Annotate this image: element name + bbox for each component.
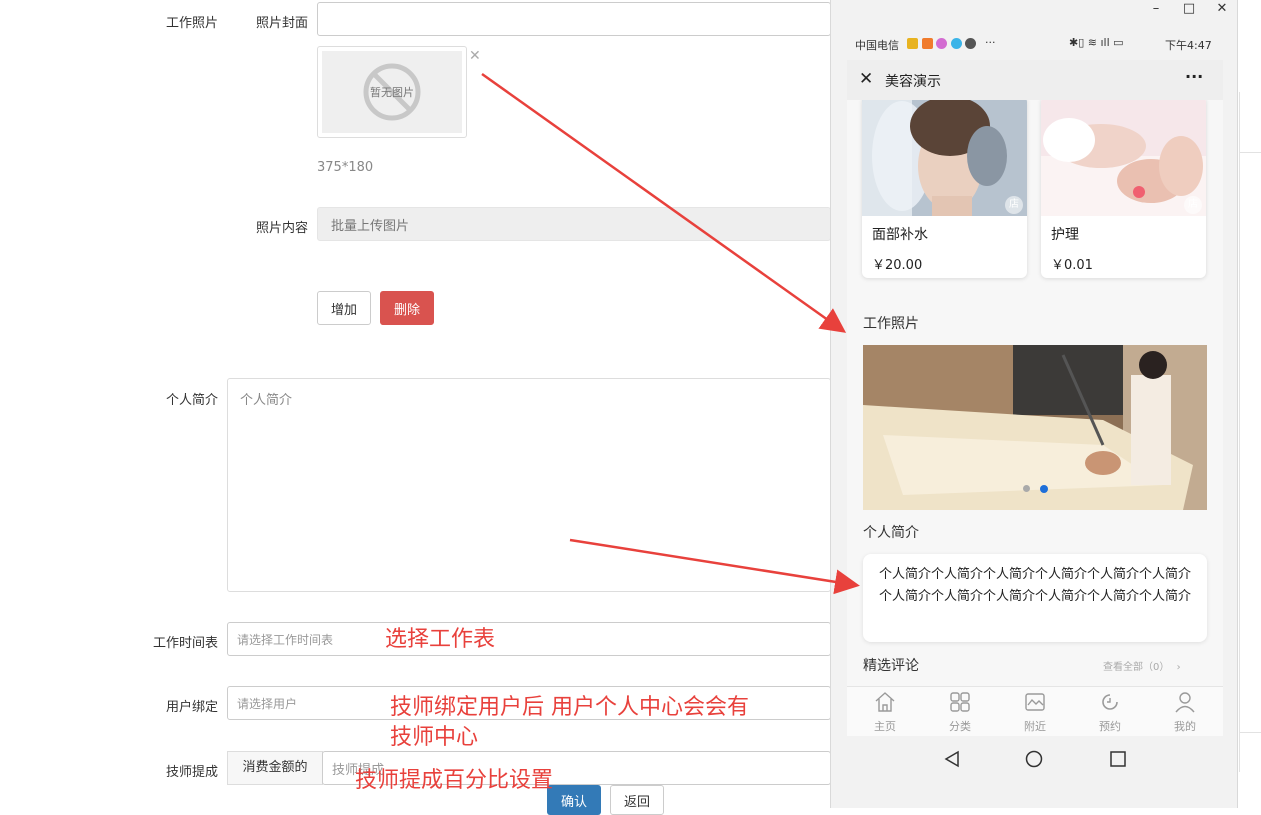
- app-notification-icons: [907, 38, 976, 52]
- back-button[interactable]: 返回: [610, 785, 664, 815]
- home-circle-icon[interactable]: [1025, 750, 1043, 768]
- category-icon: [950, 692, 970, 712]
- clock-text: 下午4:47: [1165, 39, 1212, 52]
- bio-placeholder: 个人简介: [240, 393, 293, 408]
- nearby-icon: [1025, 693, 1045, 711]
- tab-label: 主页: [874, 720, 896, 733]
- batch-upload-button[interactable]: 批量上传图片: [317, 207, 831, 241]
- confirm-button[interactable]: 确认: [547, 785, 601, 815]
- schedule-label: 工作时间表: [152, 636, 218, 651]
- store-tag: 店: [1005, 196, 1023, 214]
- system-nav-bar: [847, 736, 1223, 782]
- work-photo-section-title: 工作照片: [863, 316, 919, 332]
- nav-title: 美容演示: [885, 74, 941, 90]
- back-triangle-icon[interactable]: [943, 750, 961, 768]
- commission-label: 技师提成: [165, 765, 218, 780]
- delete-button[interactable]: 删除: [380, 291, 434, 325]
- schedule-select[interactable]: 请选择工作时间表: [227, 622, 831, 656]
- commission-addon: 消费金额的: [227, 751, 323, 785]
- close-window-button[interactable]: ✕: [1207, 0, 1237, 20]
- tab-home[interactable]: 主页: [855, 689, 915, 735]
- work-photo-label: 工作照片: [165, 16, 218, 31]
- tab-nearby[interactable]: 附近: [1005, 689, 1065, 735]
- tab-label: 分类: [949, 720, 971, 733]
- miniapp-nav-bar: ✕ 美容演示 ···: [847, 60, 1223, 100]
- bio-textarea[interactable]: 个人简介: [227, 378, 831, 592]
- profile-icon: [1175, 692, 1195, 713]
- carrier-text: 中国电信: [855, 39, 899, 52]
- recents-square-icon[interactable]: [1109, 750, 1127, 768]
- cover-input[interactable]: [317, 2, 831, 36]
- bio-section-title: 个人简介: [863, 525, 919, 541]
- view-all-reviews-link[interactable]: 查看全部（0） ›: [1103, 658, 1181, 673]
- booking-icon: [1102, 694, 1118, 710]
- arrow-to-work-photo: [481, 72, 847, 333]
- remove-cover-icon[interactable]: ✕: [469, 48, 481, 64]
- background-panel-edge: [1239, 92, 1261, 772]
- view-all-text: 查看全部（0）: [1103, 662, 1170, 673]
- cover-label: 照片封面: [255, 16, 308, 31]
- annotation-bind-line2: 技师中心: [390, 725, 479, 750]
- minimize-button[interactable]: –: [1141, 0, 1171, 20]
- store-tag: 店: [1184, 196, 1202, 214]
- close-icon[interactable]: ✕: [859, 69, 873, 89]
- tab-label: 附近: [1024, 720, 1046, 733]
- size-hint: 375*180: [317, 160, 374, 175]
- tab-label: 我的: [1174, 720, 1196, 733]
- carousel-dot[interactable]: [1023, 485, 1030, 492]
- product-price: ￥0.01: [1051, 258, 1093, 273]
- carousel-dot-active[interactable]: [1040, 485, 1048, 493]
- more-menu-icon[interactable]: ···: [1185, 67, 1203, 86]
- product-price: ￥20.00: [872, 258, 923, 273]
- product-name: 护理: [1051, 227, 1079, 243]
- no-image-text: 暂无图片: [370, 86, 414, 99]
- product-name: 面部补水: [872, 227, 928, 243]
- product-image-facial: [862, 100, 1027, 216]
- status-bar: 中国电信 ··· ✱▯ ≋ ıll ▭ 下午4:47: [847, 34, 1223, 54]
- add-button[interactable]: 增加: [317, 291, 371, 325]
- maximize-button[interactable]: □: [1174, 0, 1204, 20]
- home-icon: [875, 692, 895, 712]
- chevron-right-icon: ›: [1176, 662, 1181, 673]
- tab-category[interactable]: 分类: [930, 689, 990, 735]
- tab-booking[interactable]: 预约: [1080, 689, 1140, 735]
- bio-card: 个人简介个人简介个人简介个人简介个人简介个人简介 个人简介个人简介个人简介个人简…: [863, 554, 1207, 642]
- product-card[interactable]: 店 护理 ￥0.01: [1041, 100, 1206, 278]
- phone-simulator: – □ ✕ 中国电信 ··· ✱▯ ≋ ıll ▭ 下午4:47 ✕ 美容演示 …: [830, 0, 1238, 808]
- tab-profile[interactable]: 我的: [1155, 689, 1215, 735]
- bio-label: 个人简介: [165, 393, 218, 408]
- signal-battery-icons: ✱▯ ≋ ıll ▭: [1069, 36, 1124, 49]
- miniapp-tab-bar: 主页 分类 附近 预约 我的: [847, 686, 1223, 736]
- simulator-window-bar: – □ ✕: [831, 0, 1237, 30]
- annotation-select-schedule: 选择工作表: [385, 627, 496, 652]
- tab-label: 预约: [1099, 720, 1121, 733]
- reviews-section-title: 精选评论: [863, 658, 919, 674]
- annotation-commission: 技师提成百分比设置: [355, 768, 554, 793]
- content-label: 照片内容: [255, 221, 308, 236]
- user-bind-label: 用户绑定: [165, 700, 218, 715]
- annotation-bind-line1: 技师绑定用户后 用户个人中心会会有: [390, 695, 749, 720]
- work-photo-carousel[interactable]: [863, 345, 1207, 510]
- miniapp-content: 店 面部补水 ￥20.00 店 护理 ￥0.01 工作照片 个人简介 个人简介个…: [847, 100, 1223, 686]
- cover-thumbnail[interactable]: 暂无图片: [317, 46, 467, 138]
- work-photo-image: [863, 345, 1207, 510]
- product-image-care: [1041, 100, 1206, 216]
- more-notifications: ···: [985, 36, 996, 49]
- product-card[interactable]: 店 面部补水 ￥20.00: [862, 100, 1027, 278]
- bio-text: 个人简介个人简介个人简介个人简介个人简介个人简介 个人简介个人简介个人简介个人简…: [879, 567, 1192, 604]
